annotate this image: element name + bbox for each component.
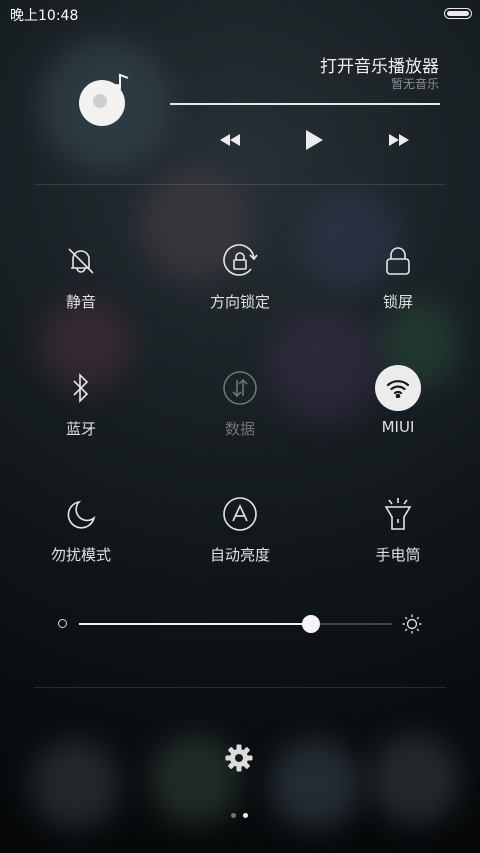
toggle-auto-brightness[interactable]: 自动亮度 xyxy=(180,491,300,565)
flashlight-icon xyxy=(375,491,421,537)
brightness-low-icon xyxy=(58,619,67,628)
previous-button[interactable] xyxy=(216,128,244,152)
music-title[interactable]: 打开音乐播放器 xyxy=(320,52,439,77)
page-dot xyxy=(231,813,236,818)
toggle-flashlight[interactable]: 手电筒 xyxy=(338,491,458,565)
toggle-label: 自动亮度 xyxy=(209,546,270,564)
toggle-bluetooth[interactable]: 蓝牙 xyxy=(21,365,141,439)
gear-icon[interactable] xyxy=(224,743,254,773)
bluetooth-icon xyxy=(58,365,104,411)
toggle-label: 方向锁定 xyxy=(209,293,270,311)
rotation-lock-icon xyxy=(217,238,263,284)
brightness-slider-handle[interactable] xyxy=(301,615,320,633)
next-button[interactable] xyxy=(385,128,413,152)
background-blob xyxy=(370,735,460,825)
toggle-lock-screen[interactable]: 锁屏 xyxy=(338,238,458,312)
background-blob xyxy=(30,740,120,830)
toggle-label: MIUI xyxy=(381,418,415,436)
music-subtitle: 暂无音乐 xyxy=(390,77,439,91)
brightness-slider[interactable] xyxy=(79,615,392,633)
toggle-label: 勿扰模式 xyxy=(50,546,111,564)
status-bar: 晚上10:48 xyxy=(0,0,480,28)
brightness-fill xyxy=(79,623,311,625)
auto-brightness-icon xyxy=(217,491,263,537)
toggle-label: 数据 xyxy=(224,420,255,438)
play-icon xyxy=(306,130,323,150)
divider xyxy=(34,184,446,185)
toggle-label: 手电筒 xyxy=(375,546,421,564)
battery-icon xyxy=(444,8,472,19)
silent-bell-icon xyxy=(58,238,104,284)
status-time: 晚上10:48 xyxy=(10,8,79,24)
toggle-label: 锁屏 xyxy=(382,293,413,311)
moon-icon xyxy=(58,491,104,537)
play-button[interactable] xyxy=(300,128,328,152)
music-progress-bar[interactable] xyxy=(170,103,440,105)
previous-icon xyxy=(220,134,240,146)
brightness-high-icon xyxy=(402,614,422,634)
toggle-label: 静音 xyxy=(65,293,96,311)
mobile-data-icon xyxy=(217,365,263,411)
wifi-icon xyxy=(375,365,421,411)
background-blob xyxy=(270,740,360,830)
toggle-do-not-disturb[interactable]: 勿扰模式 xyxy=(21,491,141,565)
music-note-icon xyxy=(113,73,129,92)
page-dot-active xyxy=(243,813,248,818)
next-icon xyxy=(389,134,409,146)
toggle-mobile-data[interactable]: 数据 xyxy=(180,365,300,439)
toggle-silent[interactable]: 静音 xyxy=(21,238,141,312)
page-indicator xyxy=(231,813,248,818)
toggle-rotation-lock[interactable]: 方向锁定 xyxy=(180,238,300,312)
toggle-label: 蓝牙 xyxy=(65,420,96,438)
toggle-wifi[interactable]: MIUI xyxy=(338,365,458,436)
divider xyxy=(34,687,446,688)
lock-icon xyxy=(375,238,421,284)
